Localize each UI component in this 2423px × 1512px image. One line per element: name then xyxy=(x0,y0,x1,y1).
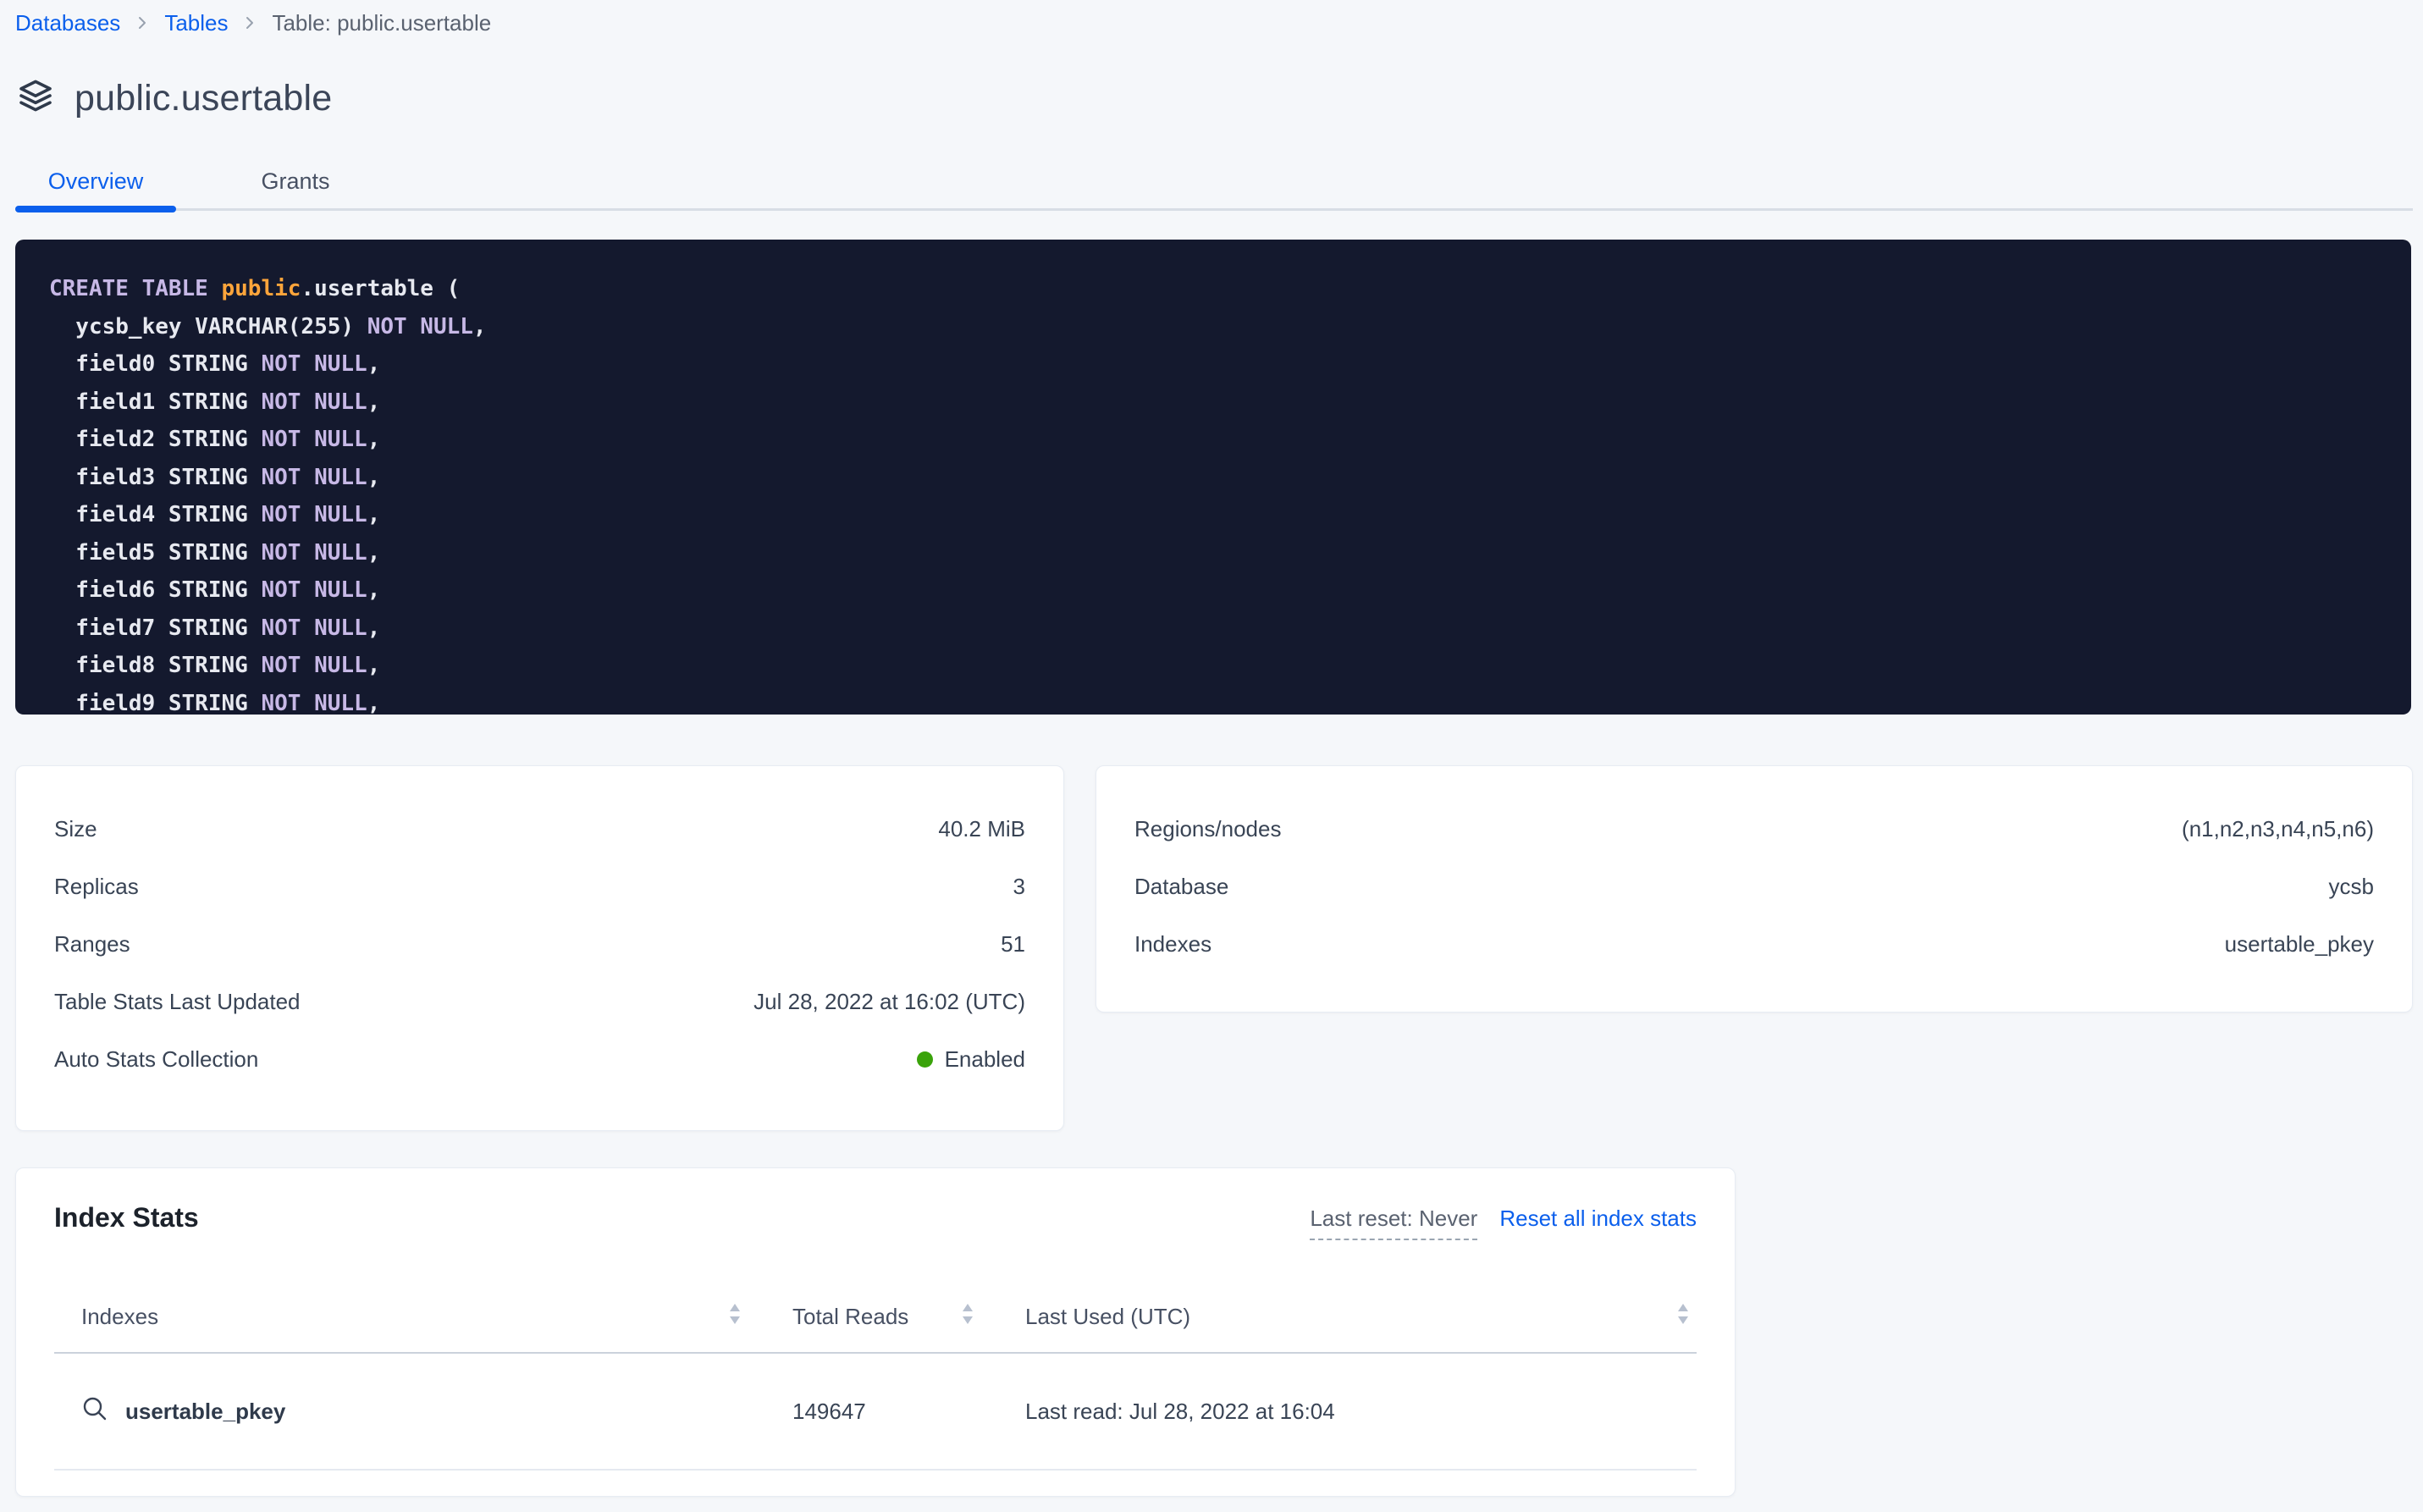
stat-row-regions: Regions/nodes (n1,n2,n3,n4,n5,n6) xyxy=(1134,800,2374,858)
index-name-link[interactable]: usertable_pkey xyxy=(125,1399,285,1425)
stat-label: Auto Stats Collection xyxy=(54,1046,258,1073)
stat-value: ycsb xyxy=(2329,874,2374,900)
stat-row-indexes: Indexes usertable_pkey xyxy=(1134,915,2374,973)
column-label: Total Reads xyxy=(792,1304,908,1330)
search-icon xyxy=(81,1395,108,1428)
sort-icon[interactable] xyxy=(961,1302,974,1332)
row-divider xyxy=(54,1469,1697,1471)
stat-label: Indexes xyxy=(1134,931,1212,957)
column-header-total-reads[interactable]: Total Reads xyxy=(765,1282,998,1352)
sort-icon[interactable] xyxy=(1676,1302,1690,1332)
stat-row-database: Database ycsb xyxy=(1134,858,2374,915)
column-header-last-used[interactable]: Last Used (UTC) xyxy=(998,1282,1697,1352)
stat-row-auto-stats: Auto Stats Collection Enabled xyxy=(54,1030,1025,1088)
last-used-cell: Last read: Jul 28, 2022 at 16:04 xyxy=(998,1399,1697,1425)
tab-grants[interactable]: Grants xyxy=(218,154,373,208)
breadcrumb-current: Table: public.usertable xyxy=(272,10,491,36)
stat-label: Table Stats Last Updated xyxy=(54,989,301,1015)
stat-row-ranges: Ranges 51 xyxy=(54,915,1025,973)
last-reset-label: Last reset: Never xyxy=(1310,1206,1477,1240)
stat-value: 3 xyxy=(1013,874,1025,900)
tab-overview[interactable]: Overview xyxy=(15,154,176,208)
chevron-right-icon xyxy=(135,13,149,33)
index-stats-card: Index Stats Last reset: Never Reset all … xyxy=(15,1167,1736,1497)
status-text: Enabled xyxy=(945,1046,1025,1073)
table-stats-card: Size 40.2 MiB Replicas 3 Ranges 51 Table… xyxy=(15,765,1064,1131)
table-details-page: Databases Tables Table: public.usertable… xyxy=(0,0,2423,1512)
stat-label: Regions/nodes xyxy=(1134,816,1281,842)
last-used-value: Last read: Jul 28, 2022 at 16:04 xyxy=(1025,1399,1335,1425)
index-table-row: usertable_pkey 149647 Last read: Jul 28,… xyxy=(54,1354,1697,1469)
stat-label: Size xyxy=(54,816,97,842)
sort-icon[interactable] xyxy=(728,1302,742,1332)
breadcrumb: Databases Tables Table: public.usertable xyxy=(15,8,2413,37)
table-info-card: Regions/nodes (n1,n2,n3,n4,n5,n6) Databa… xyxy=(1096,765,2413,1013)
status-dot-green xyxy=(917,1051,933,1068)
index-stats-title: Index Stats xyxy=(54,1202,199,1233)
column-label: Last Used (UTC) xyxy=(1025,1304,1190,1330)
breadcrumb-tables[interactable]: Tables xyxy=(164,10,228,36)
chevron-right-icon xyxy=(243,13,257,33)
stat-value: Jul 28, 2022 at 16:02 (UTC) xyxy=(753,989,1025,1015)
stat-value: 40.2 MiB xyxy=(938,816,1025,842)
breadcrumb-databases[interactable]: Databases xyxy=(15,10,120,36)
index-stats-header: Index Stats Last reset: Never Reset all … xyxy=(54,1202,1697,1248)
stat-label: Database xyxy=(1134,874,1228,900)
stat-row-stats-updated: Table Stats Last Updated Jul 28, 2022 at… xyxy=(54,973,1025,1030)
stat-label: Replicas xyxy=(54,874,139,900)
create-table-sql-block: CREATE TABLE public.usertable ( ycsb_key… xyxy=(15,240,2411,715)
tab-bar: Overview Grants xyxy=(15,154,2413,211)
stat-row-replicas: Replicas 3 xyxy=(54,858,1025,915)
total-reads-cell: 149647 xyxy=(765,1399,998,1425)
column-header-indexes[interactable]: Indexes xyxy=(54,1282,765,1352)
stat-value: usertable_pkey xyxy=(2225,931,2374,957)
details-cards-row: Size 40.2 MiB Replicas 3 Ranges 51 Table… xyxy=(15,765,2413,1131)
reset-area: Last reset: Never Reset all index stats xyxy=(1310,1206,1697,1240)
stat-row-size: Size 40.2 MiB xyxy=(54,800,1025,858)
reset-all-index-stats-link[interactable]: Reset all index stats xyxy=(1499,1206,1697,1232)
page-title: public.usertable xyxy=(75,78,332,119)
page-title-row: public.usertable xyxy=(15,73,2413,124)
stat-value: (n1,n2,n3,n4,n5,n6) xyxy=(2182,816,2374,842)
stat-value: 51 xyxy=(1001,931,1025,957)
layers-stack-icon xyxy=(15,76,56,121)
total-reads-value: 149647 xyxy=(792,1399,866,1425)
stat-label: Ranges xyxy=(54,931,130,957)
index-name-cell: usertable_pkey xyxy=(54,1395,765,1428)
column-label: Indexes xyxy=(81,1304,158,1330)
status-value: Enabled xyxy=(917,1046,1025,1073)
index-table-header: Indexes Total Reads Last Used (UTC) xyxy=(54,1282,1697,1352)
